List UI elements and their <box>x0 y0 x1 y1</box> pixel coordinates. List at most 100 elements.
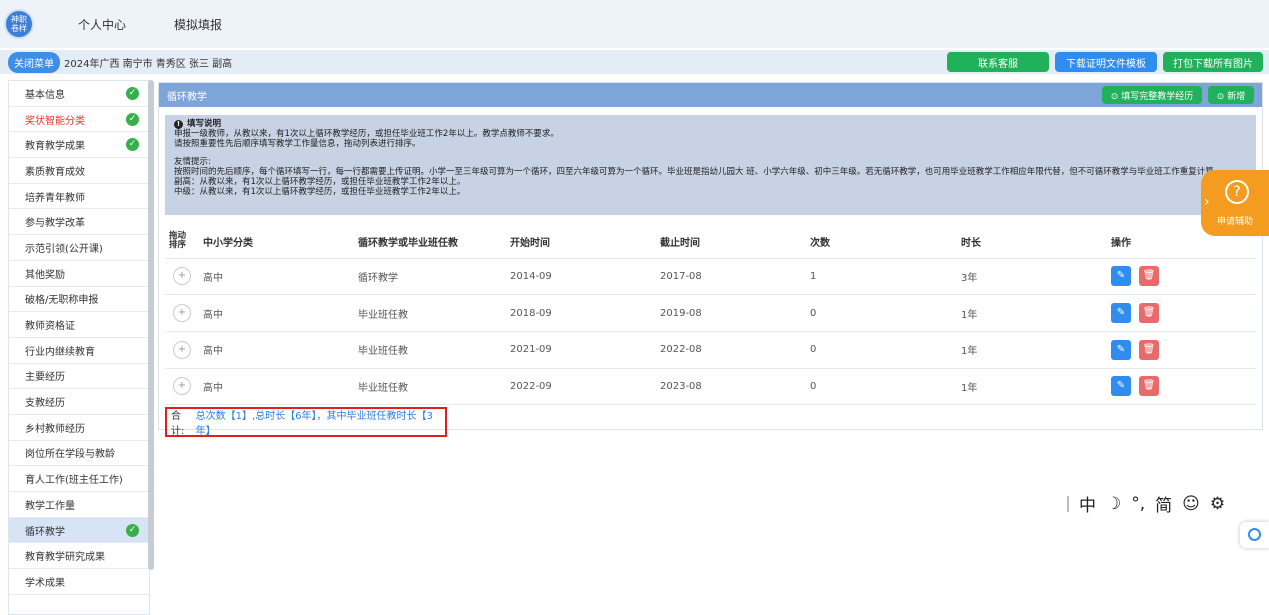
sidebar-item-label: 素质教育成效 <box>25 166 85 178</box>
table-cell: 2021-09 <box>510 331 660 369</box>
sidebar-item[interactable]: 奖状智能分类 ✓ <box>9 107 149 133</box>
summary-value: 总次数【1】,总时长【6年】，其中毕业班任教时长【3年】 <box>195 411 433 437</box>
contact-support-button[interactable]: 联系客服 <box>947 52 1049 72</box>
sidebar-item[interactable]: 示范引领(公开课) <box>9 235 149 261</box>
edit-icon[interactable]: ✎ <box>1111 266 1131 287</box>
drag-cell: + <box>165 294 203 332</box>
table-cell: 毕业班任教 <box>358 294 510 332</box>
sidebar-item[interactable]: 破格/无职称申报 <box>9 287 149 313</box>
col-count: 次数 <box>810 225 961 259</box>
panel-header: 循环教学 ⊙ 填写完整教学经历 ⊙ 新增 <box>159 83 1262 107</box>
table-row: + 高中 循环教学 2014-09 2017-08 1 3年 ✎ 🗑 <box>165 258 1256 296</box>
download-template-button[interactable]: 下载证明文件模板 <box>1055 52 1157 72</box>
close-menu-button[interactable]: 关闭菜单 <box>8 51 60 73</box>
table-cell: 2017-08 <box>660 258 810 296</box>
sidebar-item[interactable]: 培养青年教师 <box>9 184 149 210</box>
ime-chinese-mode[interactable]: 中 <box>1079 491 1096 516</box>
chevron-left-icon[interactable]: › <box>1204 194 1210 210</box>
emoji-icon[interactable]: ☺ <box>1182 494 1200 514</box>
nav-simulated-filing[interactable]: 模拟填报 <box>174 16 222 33</box>
nav-personal-center[interactable]: 个人中心 <box>78 16 126 33</box>
download-all-images-button[interactable]: 打包下载所有图片 <box>1163 52 1263 72</box>
col-school-category: 中小学分类 <box>203 225 358 259</box>
gear-icon[interactable]: ⚙ <box>1210 494 1225 514</box>
punctuation-icon[interactable]: °, <box>1131 494 1145 514</box>
col-drag-sort: 拖动 排序 <box>165 225 203 259</box>
drag-cell: + <box>165 331 203 369</box>
cycle-teaching-table: 拖动 排序 中小学分类 循环教学或毕业班任教 开始时间 截止时间 次数 时长 操… <box>165 225 1256 406</box>
drag-handle-icon[interactable]: + <box>173 377 191 396</box>
table-cell: 毕业班任教 <box>358 368 510 406</box>
drag-handle-icon[interactable]: + <box>173 267 191 286</box>
sidebar-item-label: 行业内继续教育 <box>25 346 95 358</box>
sidebar-item-label: 破格/无职称申报 <box>25 295 99 307</box>
sidebar-item-label: 学术成果 <box>25 577 65 589</box>
delete-icon[interactable]: 🗑 <box>1139 339 1159 360</box>
ime-drag-handle[interactable] <box>1067 495 1069 512</box>
col-start-time: 开始时间 <box>510 225 660 259</box>
sidebar-item[interactable]: 素质教育成效 <box>9 158 149 184</box>
actions-cell: ✎ 🗑 <box>1111 368 1256 406</box>
sidebar-item[interactable]: 乡村教师经历 <box>9 415 149 441</box>
logo: 神职 卷样 <box>4 9 34 39</box>
sidebar-item[interactable]: 循环教学 ✓ <box>9 517 149 544</box>
sidebar-item[interactable]: 学术成果 <box>9 569 149 595</box>
sidebar-item-label: 岗位所在学段与教龄 <box>25 449 115 461</box>
sidebar-item[interactable]: 其他奖励 <box>9 261 149 287</box>
sidebar-item[interactable]: 支教经历 <box>9 389 149 415</box>
edit-icon[interactable]: ✎ <box>1111 339 1131 360</box>
table-cell: 毕业班任教 <box>358 331 510 369</box>
table-cell: 2023-08 <box>660 368 810 406</box>
logo-text: 神职 卷样 <box>11 15 27 33</box>
table-cell: 1 <box>810 258 961 296</box>
sidebar-item[interactable]: 主要经历 <box>9 364 149 390</box>
assistant-icon <box>1248 528 1261 541</box>
fill-experience-button[interactable]: ⊙ 填写完整教学经历 <box>1102 86 1202 104</box>
table-header-row: 拖动 排序 中小学分类 循环教学或毕业班任教 开始时间 截止时间 次数 时长 操… <box>165 225 1256 259</box>
sidebar-item[interactable]: 参与教学改革 <box>9 209 149 236</box>
sidebar-item[interactable]: 育人工作(班主任工作) <box>9 466 149 492</box>
apply-assist-widget[interactable]: › ? 申请辅助 <box>1201 170 1269 236</box>
add-button[interactable]: ⊙ 新增 <box>1208 86 1254 104</box>
table-cell: 2014-09 <box>510 258 660 296</box>
table-cell: 高中 <box>203 258 358 296</box>
sidebar-item-label: 循环教学 <box>25 526 65 538</box>
check-icon: ✓ <box>126 523 139 537</box>
actions-cell: ✎ 🗑 <box>1111 258 1256 296</box>
delete-icon[interactable]: 🗑 <box>1139 376 1159 397</box>
sidebar-item[interactable]: 行业内继续教育 <box>9 338 149 364</box>
table-cell: 高中 <box>203 331 358 369</box>
notice-line: 中级：从教以来，有1次以上循环教学经历，或担任毕业班教学工作2年以上。 <box>174 187 466 197</box>
sidebar-item[interactable]: 教师资格证 <box>9 312 149 338</box>
info-icon: ! <box>174 119 183 129</box>
ime-simplified[interactable]: 简 <box>1155 491 1172 516</box>
sidebar-item[interactable]: 教育教学研究成果 <box>9 543 149 570</box>
edit-icon[interactable]: ✎ <box>1111 303 1131 324</box>
edit-icon[interactable]: ✎ <box>1111 376 1131 397</box>
sidebar-item[interactable]: 岗位所在学段与教龄 <box>9 441 149 467</box>
sidebar-item-label: 奖状智能分类 <box>25 115 85 127</box>
sidebar-item-label: 其他奖励 <box>25 269 65 281</box>
sidebar-item-label: 乡村教师经历 <box>25 423 85 435</box>
table-cell: 0 <box>810 368 961 406</box>
notice-line: 副高：从教以来，有1次以上循环教学经历，或担任毕业班教学工作2年以上。 <box>174 177 466 187</box>
sidebar-item[interactable]: 教育教学成果 ✓ <box>9 132 149 159</box>
sidebar-item[interactable]: 教学工作量 <box>9 492 149 518</box>
notice-title: ! 填写说明 <box>174 119 1247 129</box>
sidebar-scrollbar[interactable] <box>148 80 154 570</box>
drag-handle-icon[interactable]: + <box>173 304 191 323</box>
sidebar-item[interactable]: 基本信息 ✓ <box>9 81 149 107</box>
floating-side-widget[interactable] <box>1240 522 1269 548</box>
table-row: + 高中 毕业班任教 2022-09 2023-08 0 1年 ✎ 🗑 <box>165 368 1256 406</box>
actions-cell: ✎ 🗑 <box>1111 331 1256 369</box>
tip-title: 友情提示: <box>174 157 211 167</box>
sidebar-item-label: 教学工作量 <box>25 500 75 512</box>
drag-handle-icon[interactable]: + <box>173 340 191 359</box>
sidebar-item-label: 教育教学成果 <box>25 141 85 153</box>
question-icon: ? <box>1225 180 1249 204</box>
breadcrumb: 2024年广西 南宁市 青秀区 张三 副高 <box>64 58 233 70</box>
delete-icon[interactable]: 🗑 <box>1139 303 1159 324</box>
moon-icon[interactable]: ☽ <box>1106 494 1121 514</box>
sub-bar: 关闭菜单 2024年广西 南宁市 青秀区 张三 副高 联系客服 下载证明文件模板… <box>0 50 1269 74</box>
delete-icon[interactable]: 🗑 <box>1139 266 1159 287</box>
